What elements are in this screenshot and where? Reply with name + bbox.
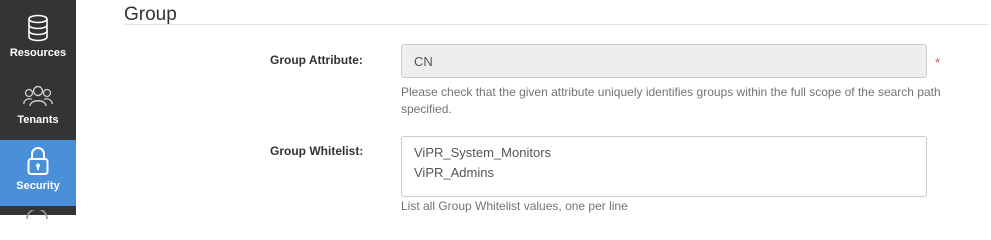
group-attribute-help: Please check that the given attribute un… (401, 85, 941, 116)
sidebar-item-security[interactable]: Security (0, 140, 76, 206)
group-whitelist-help: List all Group Whitelist values, one per… (401, 199, 628, 213)
group-attribute-input[interactable] (401, 44, 927, 78)
group-whitelist-textarea[interactable]: ViPR_System_Monitors ViPR_Admins (401, 136, 927, 197)
sidebar-item-label: Resources (9, 47, 67, 59)
sidebar-item-tenants[interactable]: Tenants (0, 78, 76, 144)
sidebar-item-resources[interactable]: Resources (0, 0, 76, 70)
group-whitelist-label: Group Whitelist: (270, 144, 364, 158)
partial-nav-icon (20, 206, 54, 220)
sidebar-item-label: Tenants (17, 114, 59, 126)
users-icon (0, 84, 76, 110)
sidebar-item-label: Security (16, 180, 60, 192)
section-divider (124, 24, 989, 25)
lock-icon (0, 146, 76, 175)
main-content: Group Group Attribute: * Please check th… (76, 0, 991, 215)
required-indicator: * (935, 55, 941, 70)
database-icon (0, 14, 76, 42)
section-title: Group (124, 4, 177, 25)
group-attribute-label: Group Attribute: (270, 53, 363, 67)
sidebar: Resources Tenants Security (0, 0, 76, 220)
